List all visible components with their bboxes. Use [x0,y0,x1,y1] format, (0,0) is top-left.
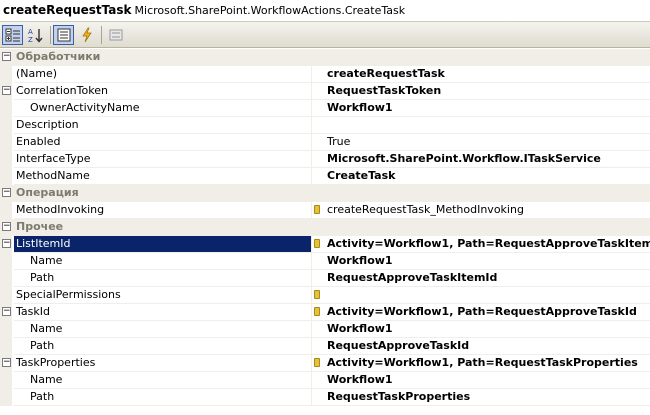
property-row-listitemid-path[interactable]: Path RequestApproveTaskItemId [0,270,650,287]
property-value[interactable]: True [312,134,650,151]
category-misc[interactable]: − Прочее [0,219,650,236]
toolbar-separator [50,26,51,44]
property-row-specialpermissions[interactable]: SpecialPermissions [0,287,650,304]
alphabetical-sort-icon: A Z [28,28,43,43]
property-value[interactable]: createRequestTask_MethodInvoking [312,202,650,219]
collapse-icon[interactable]: − [2,86,11,95]
category-handlers[interactable]: − Обработчики [0,49,650,66]
categorized-button[interactable] [2,25,23,45]
property-value[interactable]: CreateTask [312,168,650,185]
property-value[interactable]: Workflow1 [312,372,650,389]
property-row-taskid-path[interactable]: Path RequestApproveTaskId [0,338,650,355]
property-value[interactable]: RequestApproveTaskItemId [312,270,650,287]
property-row-taskproperties[interactable]: − TaskProperties Activity=Workflow1, Pat… [0,355,650,372]
property-name: TaskId [14,304,311,321]
property-grid-toolbar: A Z [0,21,650,48]
property-name: Path [14,338,311,355]
property-name: Path [14,270,311,287]
property-name: Name [14,372,311,389]
alphabetical-button[interactable]: A Z [25,25,46,45]
property-value[interactable]: createRequestTask [312,66,650,83]
events-lightning-icon [81,27,92,43]
object-type: Microsoft.SharePoint.WorkflowActions.Cre… [134,4,406,17]
property-row-owneractivityname[interactable]: OwnerActivityName Workflow1 [0,100,650,117]
property-name: Description [14,117,311,134]
collapse-icon[interactable]: − [2,52,11,61]
property-name: MethodInvoking [14,202,311,219]
property-name: OwnerActivityName [14,100,311,117]
property-name: CorrelationToken [14,83,311,100]
category-label: Обработчики [16,50,101,63]
property-name: Enabled [14,134,311,151]
property-pages-icon [109,29,122,41]
property-name: Path [14,389,311,406]
toolbar-separator [101,26,102,44]
property-row-listitemid[interactable]: − ListItemId Activity=Workflow1, Path=Re… [0,236,650,253]
property-value[interactable]: Activity=Workflow1, Path=RequestApproveT… [312,236,650,253]
collapse-icon[interactable]: − [2,188,11,197]
property-row-correlationtoken[interactable]: − CorrelationToken RequestTaskToken [0,83,650,100]
property-value[interactable]: RequestTaskToken [312,83,650,100]
property-value[interactable] [312,287,650,304]
object-title-bar: createRequestTask Microsoft.SharePoint.Wo… [0,0,650,20]
properties-button[interactable] [53,25,74,45]
categorized-view-icon [5,28,20,42]
collapse-icon[interactable]: − [2,307,11,316]
properties-icon [57,28,70,42]
object-name: createRequestTask [3,3,132,17]
collapse-icon[interactable]: − [2,239,11,248]
property-row-taskproperties-name[interactable]: Name Workflow1 [0,372,650,389]
property-name: Name [14,321,311,338]
property-value[interactable]: RequestTaskProperties [312,389,650,406]
property-row-taskid[interactable]: − TaskId Activity=Workflow1, Path=Reques… [0,304,650,321]
bind-icon[interactable] [314,358,320,367]
property-pages-button[interactable] [105,25,126,45]
bind-icon[interactable] [314,290,320,299]
property-name: Name [14,253,311,270]
category-label: Прочее [16,220,64,233]
property-row-taskproperties-path[interactable]: Path RequestTaskProperties [0,389,650,406]
property-row-methodinvoking[interactable]: MethodInvoking createRequestTask_MethodI… [0,202,650,219]
property-row-interfacetype[interactable]: InterfaceType Microsoft.SharePoint.Workf… [0,151,650,168]
property-value[interactable]: Microsoft.SharePoint.Workflow.ITaskServi… [312,151,650,168]
property-name: SpecialPermissions [14,287,311,304]
events-button[interactable] [76,25,97,45]
property-row-name[interactable]: (Name) createRequestTask [0,66,650,83]
property-row-methodname[interactable]: MethodName CreateTask [0,168,650,185]
property-row-description[interactable]: Description [0,117,650,134]
category-operation[interactable]: − Операция [0,185,650,202]
property-name: MethodName [14,168,311,185]
property-name: (Name) [14,66,311,83]
property-row-taskid-name[interactable]: Name Workflow1 [0,321,650,338]
property-value[interactable]: Workflow1 [312,253,650,270]
property-grid: − Обработчики (Name) createRequestTask −… [0,49,650,415]
property-name: TaskProperties [14,355,311,372]
svg-text:A: A [28,28,33,36]
property-value[interactable]: Workflow1 [312,321,650,338]
property-value[interactable] [312,117,650,134]
svg-text:Z: Z [28,36,33,43]
bind-icon[interactable] [314,307,320,316]
bind-icon[interactable] [314,239,320,248]
collapse-icon[interactable]: − [2,358,11,367]
category-label: Операция [16,186,79,199]
property-value[interactable]: Workflow1 [312,100,650,117]
property-value[interactable]: Activity=Workflow1, Path=RequestApproveT… [312,304,650,321]
bind-icon[interactable] [314,205,320,214]
property-value[interactable]: RequestApproveTaskId [312,338,650,355]
property-row-listitemid-name[interactable]: Name Workflow1 [0,253,650,270]
property-name: ListItemId [14,236,311,253]
property-row-enabled[interactable]: Enabled True [0,134,650,151]
collapse-icon[interactable]: − [2,222,11,231]
property-value[interactable]: Activity=Workflow1, Path=RequestTaskProp… [312,355,650,372]
property-name: InterfaceType [14,151,311,168]
